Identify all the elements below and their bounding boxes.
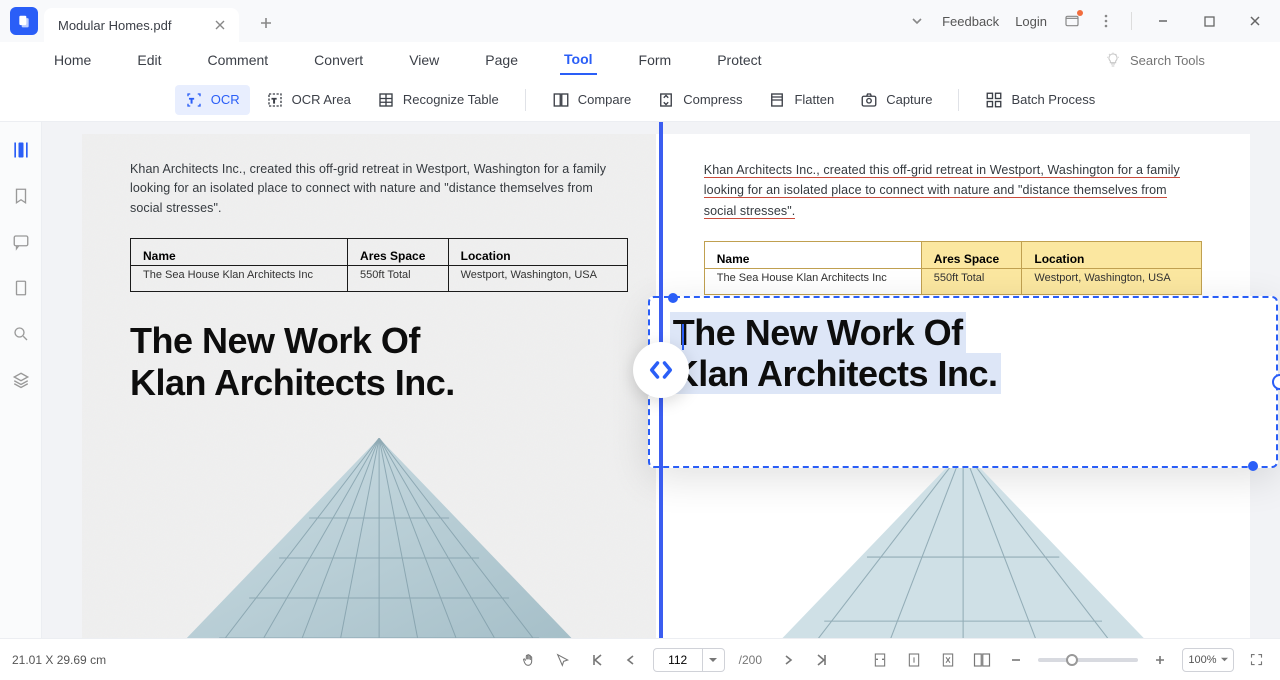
flatten-button[interactable]: Flatten xyxy=(758,85,844,115)
login-link[interactable]: Login xyxy=(1015,14,1047,29)
minimize-button[interactable] xyxy=(1148,6,1178,36)
menu-view[interactable]: View xyxy=(405,46,443,74)
menu-edit[interactable]: Edit xyxy=(133,46,165,74)
ocr-selection-box[interactable]: The New Work Of Klan Architects Inc. xyxy=(648,296,1278,468)
selection-handle-br[interactable] xyxy=(1248,461,1258,471)
menu-comment[interactable]: Comment xyxy=(203,46,272,74)
next-page-icon[interactable] xyxy=(776,648,800,672)
close-window-button[interactable] xyxy=(1240,6,1270,36)
batch-button[interactable]: Batch Process xyxy=(975,85,1105,115)
menu-home[interactable]: Home xyxy=(50,46,95,74)
left-pane: Khan Architects Inc., created this off-g… xyxy=(82,134,676,638)
prev-page-icon[interactable] xyxy=(619,648,643,672)
svg-text:T: T xyxy=(272,98,276,105)
rec-table-button[interactable]: Recognize Table xyxy=(367,85,509,115)
ocr-button[interactable]: TOCR xyxy=(175,85,250,115)
menu-protect[interactable]: Protect xyxy=(713,46,765,74)
first-page-icon[interactable] xyxy=(585,648,609,672)
building-image-right xyxy=(696,468,1230,638)
ocr-area-button[interactable]: TOCR Area xyxy=(256,85,361,115)
title-bar: Modular Homes.pdf Feedback Login xyxy=(0,0,1280,42)
compare-handle[interactable] xyxy=(633,342,689,398)
search-panel-icon[interactable] xyxy=(9,322,33,346)
zoom-out-icon[interactable] xyxy=(1004,648,1028,672)
tab-title: Modular Homes.pdf xyxy=(58,18,171,33)
body-paragraph-ocr: Khan Architects Inc., created this off-g… xyxy=(656,134,1250,231)
info-table-ocr: Name Ares Space Location The Sea House K… xyxy=(704,241,1202,295)
right-pane: Khan Architects Inc., created this off-g… xyxy=(656,134,1250,638)
compare-button[interactable]: Compare xyxy=(542,85,641,115)
fit-page-icon[interactable] xyxy=(902,648,926,672)
page-count: /200 xyxy=(735,653,766,667)
zoom-value-select[interactable]: 100% xyxy=(1182,648,1234,672)
menu-convert[interactable]: Convert xyxy=(310,46,367,74)
select-tool-icon[interactable] xyxy=(551,648,575,672)
menu-bar: Home Edit Comment Convert View Page Tool Form Pr… xyxy=(0,42,1280,78)
body-paragraph: Khan Architects Inc., created this off-g… xyxy=(82,134,676,228)
zoom-in-icon[interactable] xyxy=(1148,648,1172,672)
selection-handle-tl[interactable] xyxy=(668,293,678,303)
maximize-button[interactable] xyxy=(1194,6,1224,36)
headline-ocr[interactable]: The New Work Of Klan Architects Inc. xyxy=(650,298,1276,409)
fullscreen-icon[interactable] xyxy=(1244,648,1268,672)
fit-width-icon[interactable] xyxy=(868,648,892,672)
status-bar: 21.01 X 29.69 cm /200 xyxy=(0,638,1280,680)
search-tools-input[interactable] xyxy=(1130,53,1230,68)
layers-icon[interactable] xyxy=(9,368,33,392)
page-number-input[interactable] xyxy=(653,648,703,672)
chevron-down-icon[interactable] xyxy=(908,12,926,30)
notification-icon[interactable] xyxy=(1063,12,1081,30)
cursor-coords: 21.01 X 29.69 cm xyxy=(12,653,106,667)
page-dropdown-icon[interactable] xyxy=(703,648,725,672)
document-tab[interactable]: Modular Homes.pdf xyxy=(44,8,239,42)
info-table: Name Ares Space Location The Sea House K… xyxy=(130,238,628,292)
app-logo-icon[interactable] xyxy=(10,7,38,35)
menu-form[interactable]: Form xyxy=(635,46,676,74)
menu-tool[interactable]: Tool xyxy=(560,45,597,75)
attachment-icon[interactable] xyxy=(9,276,33,300)
toolbar: TOCRTOCR AreaRecognize Table CompareCompr… xyxy=(0,78,1280,122)
last-page-icon[interactable] xyxy=(810,648,834,672)
bulb-icon xyxy=(1104,51,1122,69)
text-cursor xyxy=(682,324,684,350)
headline: The New Work Of Klan Architects Inc. xyxy=(82,302,676,407)
close-tab-icon[interactable] xyxy=(211,16,229,34)
zoom-thumb[interactable] xyxy=(1066,654,1078,666)
compress-button[interactable]: Compress xyxy=(647,85,752,115)
building-image xyxy=(130,438,628,638)
canvas: Khan Architects Inc., created this off-g… xyxy=(42,122,1280,638)
bookmark-icon[interactable] xyxy=(9,184,33,208)
actual-size-icon[interactable] xyxy=(936,648,960,672)
thumbnail-view-icon[interactable] xyxy=(9,138,33,162)
feedback-link[interactable]: Feedback xyxy=(942,14,999,29)
kebab-menu-icon[interactable] xyxy=(1097,12,1115,30)
zoom-slider[interactable] xyxy=(1038,658,1138,662)
capture-button[interactable]: Capture xyxy=(850,85,942,115)
add-tab-button[interactable] xyxy=(253,10,279,36)
menu-page[interactable]: Page xyxy=(481,46,522,74)
hand-tool-icon[interactable] xyxy=(517,648,541,672)
left-sidebar xyxy=(0,122,42,638)
two-page-icon[interactable] xyxy=(970,648,994,672)
comment-icon[interactable] xyxy=(9,230,33,254)
svg-text:T: T xyxy=(189,98,193,105)
